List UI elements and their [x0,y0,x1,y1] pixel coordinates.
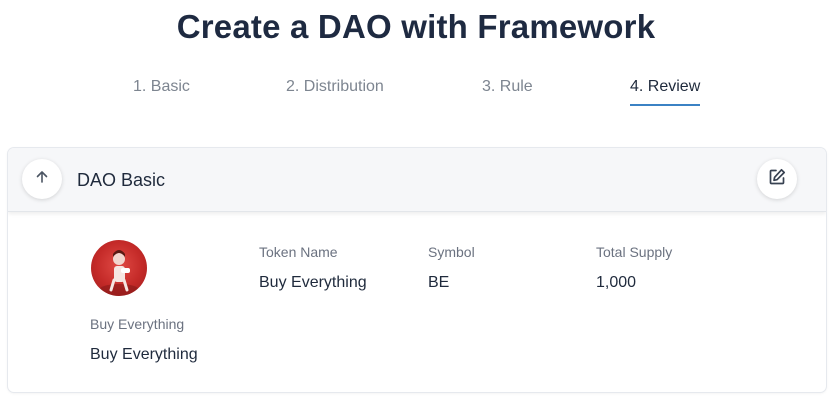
total-supply-label: Total Supply [596,244,673,260]
arrow-up-icon [34,169,50,190]
edit-icon [767,167,787,192]
step-basic[interactable]: 1. Basic [133,78,190,104]
dao-name-label: Buy Everything [90,316,185,332]
page-title: Create a DAO with Framework [176,8,656,45]
collapse-button[interactable] [22,159,62,199]
total-supply-value: 1,000 [596,274,637,291]
card-title: DAO Basic [77,170,166,190]
dao-avatar [91,240,147,296]
symbol-label: Symbol [428,244,475,260]
step-distribution[interactable]: 2. Distribution [286,78,384,104]
token-name-value: Buy Everything [259,274,367,291]
token-name-label: Token Name [259,244,338,260]
dao-basic-card: DAO Basic Token Name Buy Everything Symb… [8,148,826,392]
symbol-value: BE [428,274,450,291]
edit-button[interactable] [757,159,797,199]
step-nav: 1. Basic 2. Distribution 3. Rule 4. Revi… [0,78,832,108]
dao-name-value: Buy Everything [90,346,198,363]
card-header: DAO Basic [8,148,826,212]
step-review[interactable]: 4. Review [630,78,701,106]
step-rule[interactable]: 3. Rule [482,78,533,104]
